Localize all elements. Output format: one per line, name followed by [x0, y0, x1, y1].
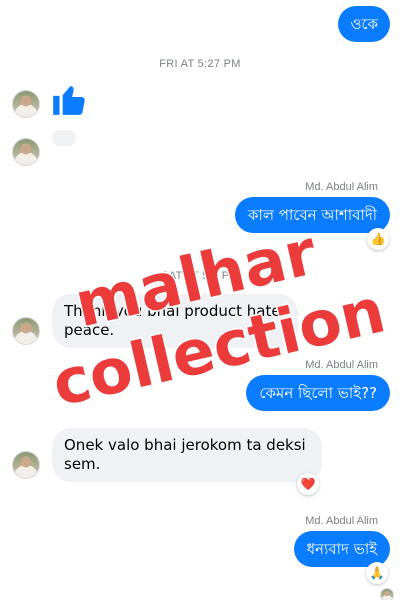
outgoing-message[interactable]: কেমন ছিলো ভাই?? — [246, 375, 390, 411]
message-text: কাল পাবেন আশাবাদী — [247, 206, 377, 224]
message-text: Thank you bhai product hate peace. — [64, 302, 281, 339]
reaction-badge[interactable]: 👍 — [367, 228, 389, 250]
timestamp: FRI AT 5:27 PM — [159, 58, 241, 70]
sender-name: Md. Abdul Alim — [305, 515, 378, 527]
message-text: ওকে — [350, 15, 378, 33]
avatar[interactable] — [12, 317, 40, 345]
message-text: কেমন ছিলো ভাই?? — [259, 384, 377, 402]
message-text: Onek valo bhai jerokom ta deksi sem. — [64, 436, 306, 473]
heart-reaction-icon: ❤️ — [300, 477, 316, 491]
seen-avatar — [380, 588, 394, 600]
avatar[interactable] — [12, 90, 40, 118]
thumbs-up-icon[interactable] — [50, 80, 88, 118]
timestamp: SAT AT 5:1 PM — [161, 270, 239, 282]
sender-name: Md. Abdul Alim — [305, 181, 378, 193]
sender-name: Md. Abdul Alim — [305, 359, 378, 371]
outgoing-message[interactable]: ওকে — [338, 6, 390, 42]
incoming-message[interactable] — [52, 130, 76, 146]
incoming-message[interactable]: Thank you bhai product hate peace. — [52, 294, 298, 348]
reaction-badge[interactable]: ❤️ — [297, 473, 319, 495]
avatar[interactable] — [12, 138, 40, 166]
avatar[interactable] — [12, 451, 40, 479]
reaction-badge[interactable]: 🙏 — [366, 562, 388, 584]
pray-reaction-icon: 🙏 — [369, 566, 385, 580]
thumbs-up-reaction-icon: 👍 — [370, 232, 386, 246]
outgoing-message[interactable]: কাল পাবেন আশাবাদী — [234, 197, 390, 233]
message-text: ধন্যবাদ ভাই — [306, 540, 377, 558]
incoming-message[interactable]: Onek valo bhai jerokom ta deksi sem. — [52, 428, 322, 482]
